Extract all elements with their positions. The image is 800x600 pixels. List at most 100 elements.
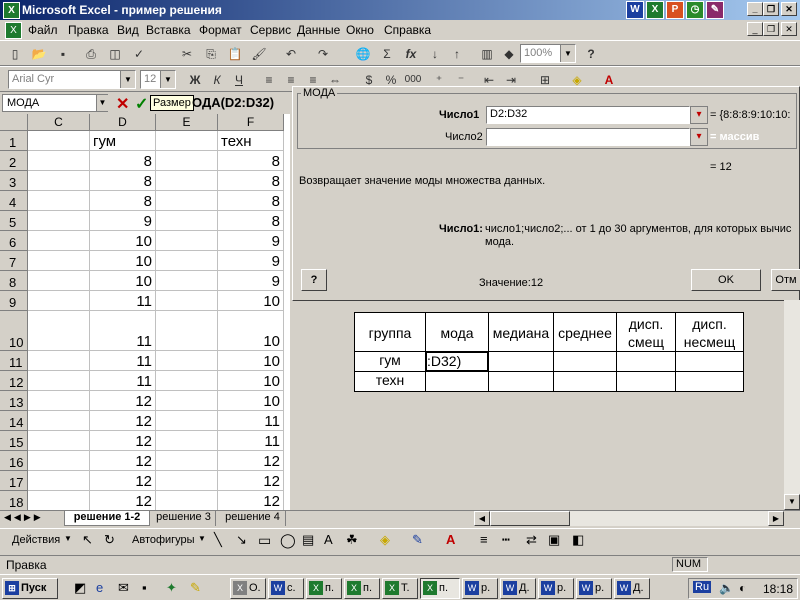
- name-box[interactable]: МОДА: [2, 94, 108, 112]
- cell-uvar-hum[interactable]: [675, 351, 744, 372]
- menu-file[interactable]: Файл: [28, 23, 58, 37]
- taskbar-task-button[interactable]: Xп.: [420, 578, 460, 599]
- sort-asc-icon[interactable]: ↓: [426, 45, 444, 63]
- cell[interactable]: [156, 311, 218, 351]
- header-unbiased-var[interactable]: дисп. несмещ: [675, 312, 744, 352]
- autoshapes-menu[interactable]: Автофигуры: [132, 534, 195, 546]
- underline-icon[interactable]: Ч: [230, 71, 248, 89]
- print-icon[interactable]: ⎙: [82, 45, 100, 63]
- cell[interactable]: 12: [218, 491, 284, 510]
- restore-button[interactable]: ❐: [763, 2, 779, 16]
- select-objects-icon[interactable]: ↖: [82, 532, 93, 548]
- line-icon[interactable]: ╲: [214, 532, 222, 548]
- row-header[interactable]: 12: [0, 371, 28, 391]
- doc-minimize-button[interactable]: _: [747, 22, 763, 36]
- cell[interactable]: 10: [218, 371, 284, 391]
- cell-mode-tech[interactable]: [425, 371, 489, 392]
- volume-icon[interactable]: 🔈: [719, 581, 734, 595]
- start-button[interactable]: ⊞ Пуск: [2, 578, 58, 599]
- row-header[interactable]: 5: [0, 211, 28, 231]
- word-icon[interactable]: W: [626, 1, 644, 19]
- cell[interactable]: [28, 191, 90, 211]
- row-header[interactable]: 1: [0, 131, 28, 151]
- cell[interactable]: [28, 491, 90, 510]
- col-header-e[interactable]: E: [156, 114, 218, 131]
- cell-bvar-hum[interactable]: [616, 351, 676, 372]
- cell[interactable]: [28, 311, 90, 351]
- cell[interactable]: [156, 151, 218, 171]
- header-group[interactable]: группа: [354, 312, 426, 352]
- wordart-icon[interactable]: A: [324, 532, 333, 547]
- doc-close-button[interactable]: ✕: [781, 22, 797, 36]
- menu-view[interactable]: Вид: [117, 23, 139, 37]
- cell-bvar-tech[interactable]: [616, 371, 676, 392]
- cell[interactable]: [156, 351, 218, 371]
- cell[interactable]: [28, 391, 90, 411]
- cell[interactable]: 12: [218, 471, 284, 491]
- open-icon[interactable]: 📂: [30, 45, 48, 63]
- rotate-icon[interactable]: ↻: [104, 532, 115, 548]
- actions-menu[interactable]: Действия: [12, 534, 60, 546]
- cell-mean-hum[interactable]: [553, 351, 617, 372]
- scroll-thumb[interactable]: [490, 511, 570, 526]
- cell[interactable]: [28, 291, 90, 311]
- vertical-scrollbar[interactable]: ▼: [784, 300, 800, 510]
- minimize-button[interactable]: _: [747, 2, 763, 16]
- cell[interactable]: [156, 391, 218, 411]
- rectangle-icon[interactable]: ▭: [258, 532, 271, 549]
- cell[interactable]: [28, 411, 90, 431]
- menu-data[interactable]: Данные: [297, 23, 340, 37]
- row-label-hum[interactable]: гум: [354, 351, 426, 372]
- collapse-icon[interactable]: ▾: [690, 106, 708, 124]
- header-mode[interactable]: мода: [425, 312, 489, 352]
- cell[interactable]: 12: [90, 431, 156, 451]
- outlook-icon[interactable]: ✉: [118, 580, 129, 596]
- col-header-f[interactable]: F: [218, 114, 284, 131]
- desktop-icon[interactable]: ◩: [74, 580, 86, 596]
- cell[interactable]: [28, 231, 90, 251]
- cell[interactable]: [156, 231, 218, 251]
- language-indicator[interactable]: Ru: [693, 581, 712, 593]
- cell[interactable]: [156, 211, 218, 231]
- cell[interactable]: 12: [90, 411, 156, 431]
- arrow-style-icon[interactable]: ⇄: [526, 532, 537, 548]
- scroll-down-icon[interactable]: ▼: [784, 494, 800, 510]
- taskbar-task-button[interactable]: W Д.: [500, 578, 536, 599]
- cell[interactable]: 10: [218, 351, 284, 371]
- ie-icon[interactable]: e: [96, 580, 103, 595]
- cell[interactable]: 11: [218, 431, 284, 451]
- taskbar-task-button[interactable]: Wс.: [268, 578, 304, 599]
- tray-icon[interactable]: ◐: [739, 581, 746, 595]
- cell[interactable]: [28, 351, 90, 371]
- format-painter-icon[interactable]: 🖌: [250, 45, 268, 63]
- 3d-icon[interactable]: ◧: [572, 532, 584, 548]
- row-header[interactable]: 9: [0, 291, 28, 311]
- chevron-down-icon[interactable]: ▼: [96, 95, 108, 111]
- cell[interactable]: 12: [90, 391, 156, 411]
- row-header[interactable]: 11: [0, 351, 28, 371]
- cancel-icon[interactable]: ✕: [116, 94, 129, 114]
- cell[interactable]: 9: [218, 231, 284, 251]
- autosum-icon[interactable]: Σ: [378, 45, 396, 63]
- cell-median-tech[interactable]: [488, 371, 554, 392]
- formula-text[interactable]: ОДА(D2:D32): [192, 95, 274, 110]
- cell[interactable]: гум: [90, 131, 156, 151]
- fill-color-icon[interactable]: ◈: [380, 532, 390, 548]
- bold-icon[interactable]: Ж: [186, 71, 204, 89]
- copy-icon[interactable]: ⎘: [202, 45, 220, 63]
- cell[interactable]: [28, 151, 90, 171]
- cell[interactable]: 9: [90, 211, 156, 231]
- taskbar-task-button[interactable]: X Т.: [382, 578, 418, 599]
- cell[interactable]: [156, 411, 218, 431]
- ok-button[interactable]: OK: [691, 269, 761, 291]
- arg2-input[interactable]: [486, 128, 690, 146]
- cell[interactable]: [28, 171, 90, 191]
- arg1-input[interactable]: D2:D32: [486, 106, 690, 124]
- enter-icon[interactable]: ✓: [135, 94, 148, 114]
- cell[interactable]: 10: [90, 271, 156, 291]
- row-header[interactable]: 17: [0, 471, 28, 491]
- cell[interactable]: 12: [218, 451, 284, 471]
- cell[interactable]: [156, 251, 218, 271]
- app-icon[interactable]: ✦: [166, 580, 177, 596]
- menu-format[interactable]: Формат: [199, 23, 242, 37]
